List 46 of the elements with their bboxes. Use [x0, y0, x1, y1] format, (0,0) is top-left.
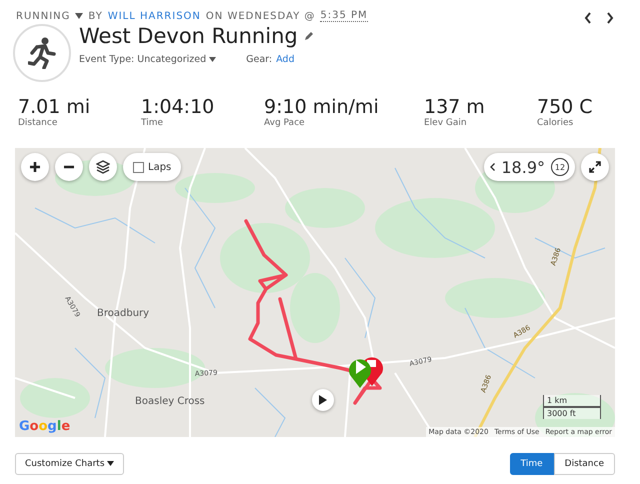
activity-type[interactable]: RUNNING — [16, 10, 70, 22]
scale-bar: 1 km — [543, 395, 601, 407]
day-text: ON WEDNESDAY @ — [206, 10, 316, 22]
stat-label: Distance — [18, 118, 58, 128]
start-marker — [349, 359, 371, 388]
activity-time[interactable]: 5:35 PM — [320, 10, 368, 22]
by-text: BY — [88, 10, 103, 22]
stat-label: Time — [141, 118, 164, 128]
place-label: Boasley Cross — [135, 396, 205, 407]
weather-panel[interactable]: 18.9° 12 — [484, 153, 575, 181]
author-link[interactable]: WILL HARRISON — [108, 10, 201, 22]
wind-speed: 12 — [551, 158, 569, 176]
add-gear-link[interactable]: Add — [276, 54, 294, 65]
next-icon[interactable] — [606, 12, 614, 24]
stat-value: 137 m — [424, 96, 486, 118]
layers-icon — [96, 160, 110, 174]
stat-label: Calories — [537, 118, 574, 128]
laps-toggle[interactable]: Laps — [123, 153, 182, 181]
laps-label: Laps — [148, 162, 172, 172]
customize-charts-button[interactable]: Customize Charts — [15, 453, 124, 475]
runner-icon — [28, 37, 56, 69]
place-label: Broadbury — [97, 308, 150, 319]
pencil-icon[interactable] — [304, 31, 314, 41]
chevron-left-icon[interactable] — [490, 163, 496, 171]
stat-label: Avg Pace — [264, 118, 306, 128]
stat-label: Elev Gain — [424, 118, 468, 128]
map-logo: Google — [19, 419, 70, 434]
play-icon — [319, 395, 327, 405]
temperature-text: 18.9° — [501, 158, 545, 176]
laps-checkbox[interactable] — [133, 162, 144, 172]
stat-value: 7.01 mi — [18, 96, 92, 118]
expand-icon — [589, 161, 601, 173]
caret-icon — [209, 57, 216, 62]
previous-icon[interactable] — [584, 12, 592, 24]
gear-label: Gear: — [246, 54, 272, 65]
x-axis-toggle[interactable]: Time — [510, 453, 554, 475]
caret-icon[interactable] — [75, 13, 84, 19]
stat-value: 1:04:10 — [141, 96, 216, 118]
plus-icon — [29, 161, 41, 173]
event-type-selector[interactable]: Event Type: Uncategorized — [79, 54, 216, 65]
activity-title: West Devon Running — [79, 24, 298, 48]
scale-bar: 3000 ft — [543, 407, 601, 419]
stat-value: 9:10 min/mi — [264, 96, 380, 118]
caret-icon — [107, 461, 114, 466]
stat-value: 750 C — [537, 96, 594, 118]
x-axis-toggle[interactable]: Distance — [554, 453, 615, 475]
